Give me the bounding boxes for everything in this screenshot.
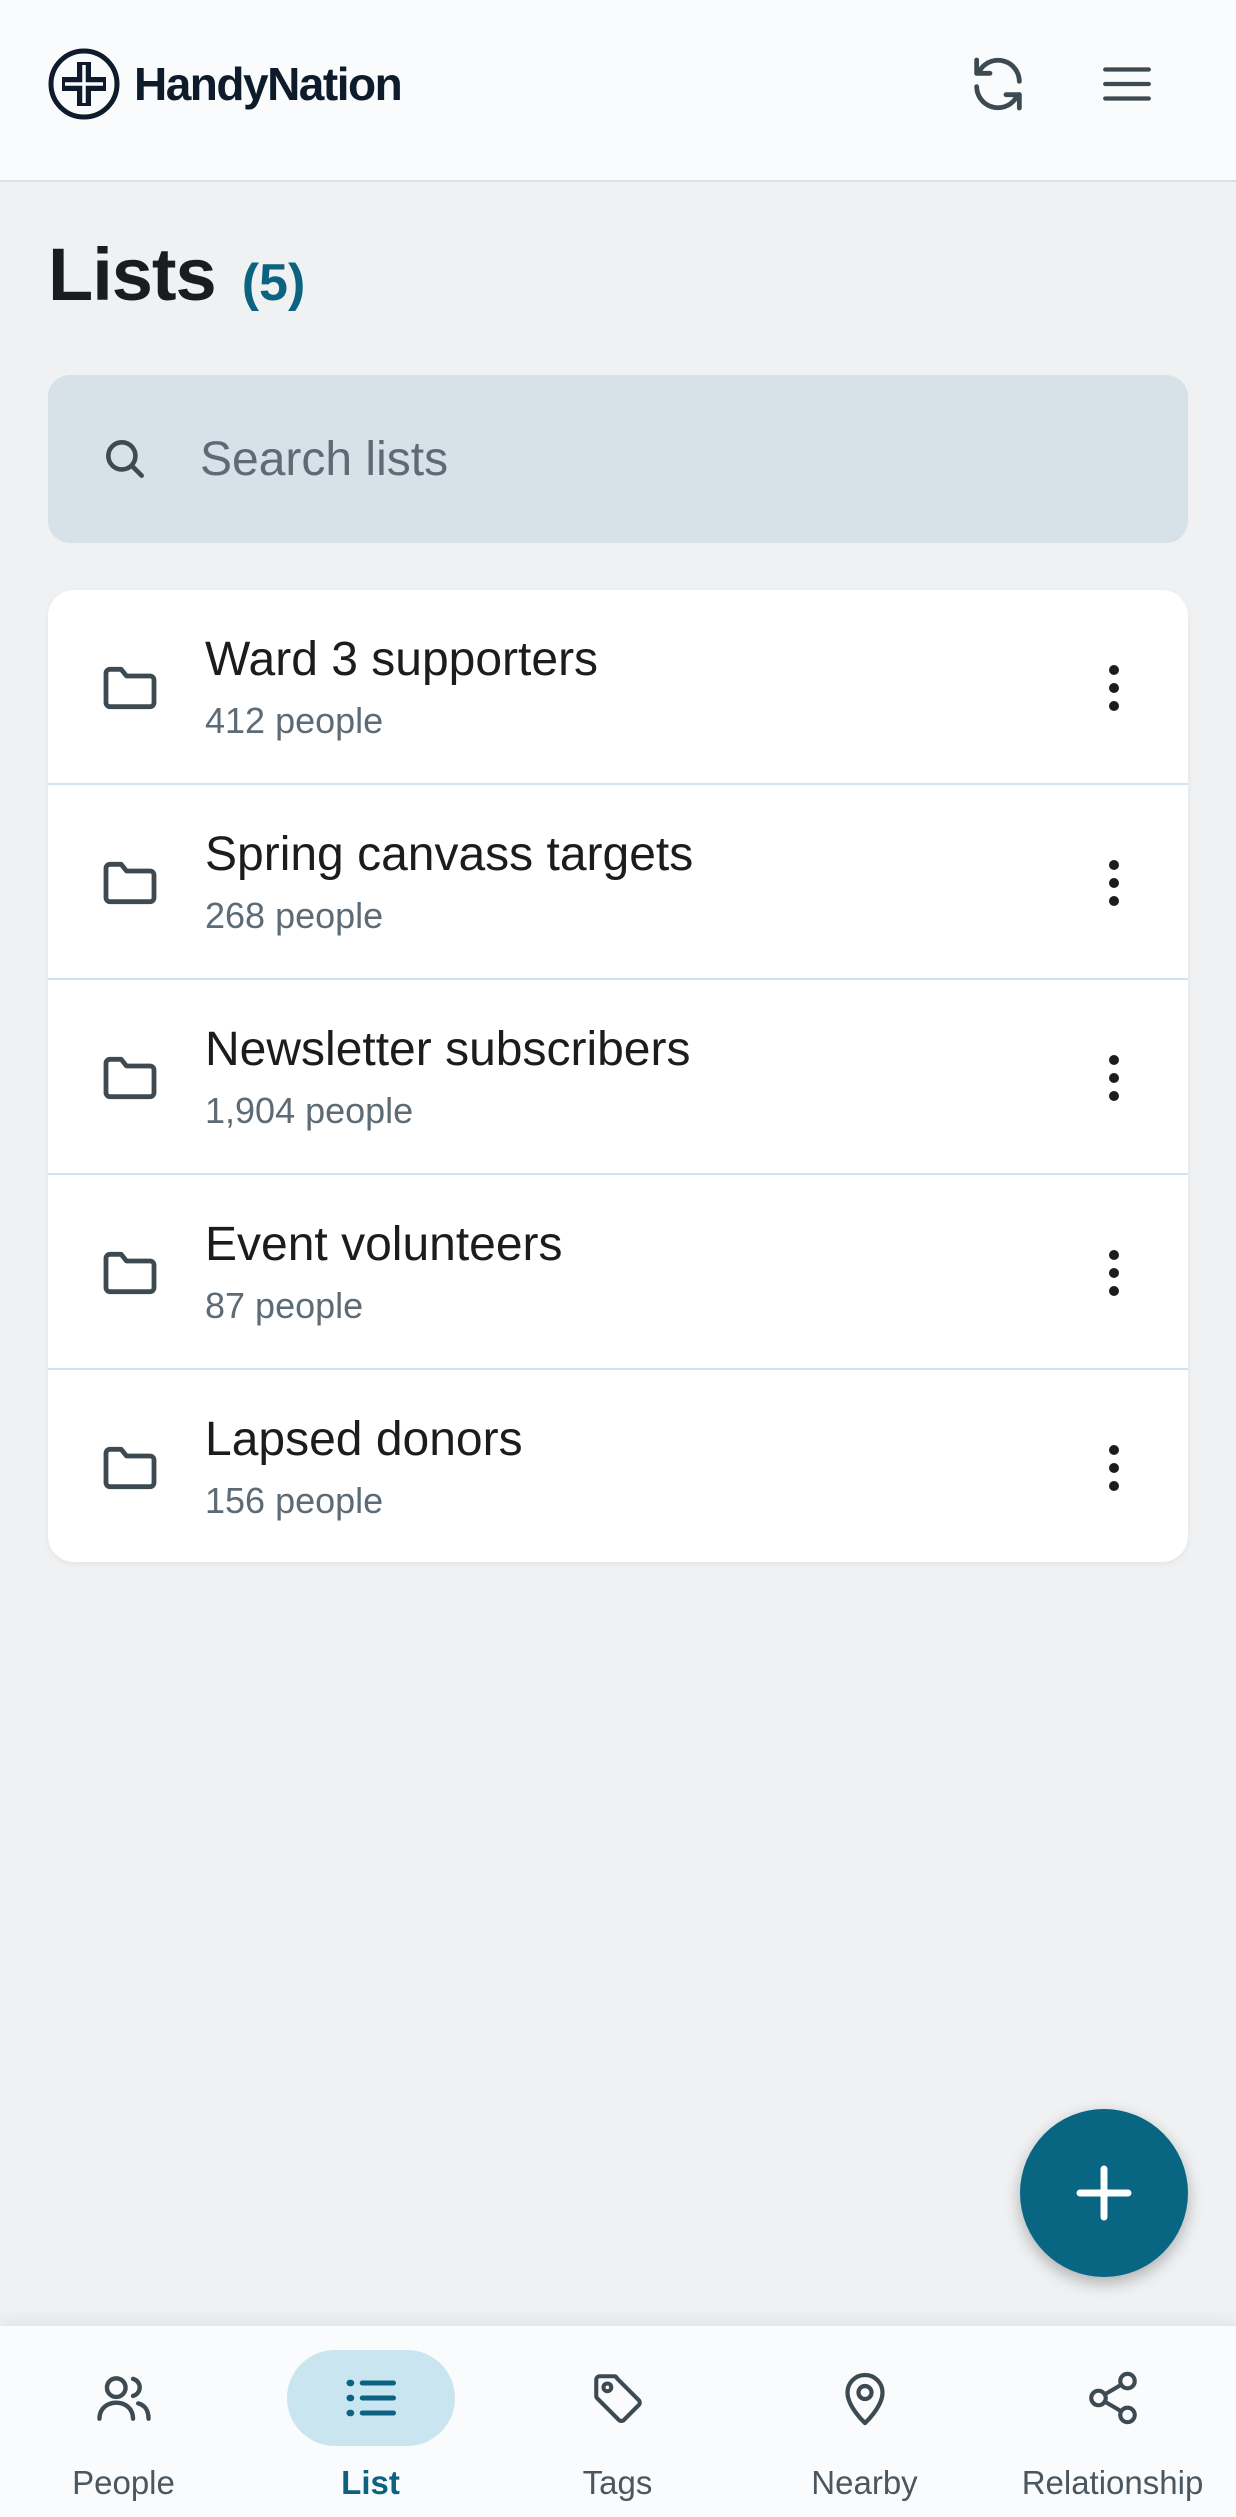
nav-pill	[1029, 2350, 1197, 2446]
people-icon	[96, 2376, 151, 2421]
list-item[interactable]: Newsletter subscribers 1,904 people	[48, 980, 1188, 1175]
brand[interactable]: HandyNation	[47, 47, 403, 121]
more-vertical-icon	[1109, 1250, 1119, 1296]
more-vertical-icon	[1109, 665, 1119, 711]
lists-card: Ward 3 supporters 412 people Spring canv…	[48, 590, 1188, 1562]
list-name: Event volunteers	[205, 1218, 563, 1271]
page-title-row: Lists (5)	[48, 232, 305, 317]
app-header: HandyNation	[0, 0, 1236, 182]
more-vertical-icon	[1109, 1055, 1119, 1101]
more-options-button[interactable]	[1090, 1233, 1138, 1313]
nav-pill	[781, 2350, 949, 2446]
nav-label: Tags	[582, 2464, 653, 2501]
tag-icon	[593, 2374, 642, 2423]
list-count: 412 people	[205, 700, 384, 741]
list-count: 156 people	[205, 1480, 384, 1521]
folder-icon	[103, 666, 157, 710]
nav-relationship[interactable]: Relationship	[989, 2326, 1236, 2517]
list-name: Ward 3 supporters	[205, 633, 599, 686]
nav-pill	[40, 2350, 208, 2446]
list-icon	[346, 2379, 396, 2417]
plus-icon	[1076, 2165, 1132, 2221]
more-options-button[interactable]	[1090, 648, 1138, 728]
list-item[interactable]: Ward 3 supporters 412 people	[48, 590, 1188, 785]
folder-icon	[103, 1251, 157, 1295]
list-name: Lapsed donors	[205, 1413, 523, 1466]
search-icon	[106, 440, 144, 478]
search-input[interactable]	[200, 375, 1188, 543]
search-bar[interactable]	[48, 375, 1188, 543]
more-options-button[interactable]	[1090, 1038, 1138, 1118]
add-list-button[interactable]	[1020, 2109, 1188, 2277]
nav-nearby[interactable]: Nearby	[741, 2326, 988, 2517]
share-nodes-icon	[1088, 2371, 1137, 2425]
folder-icon	[103, 1056, 157, 1100]
page-title: Lists	[48, 233, 217, 316]
folder-icon	[103, 1446, 157, 1490]
more-options-button[interactable]	[1090, 843, 1138, 923]
list-item[interactable]: Spring canvass targets 268 people	[48, 785, 1188, 980]
brand-name: HandyNation	[134, 58, 403, 110]
nav-pill	[286, 2350, 455, 2446]
nav-label: Nearby	[811, 2464, 918, 2501]
nav-pill	[534, 2350, 702, 2446]
more-vertical-icon	[1109, 860, 1119, 906]
bottom-navigation: People List Tags Nearby Relationship	[0, 2325, 1236, 2517]
nav-people[interactable]: People	[0, 2326, 247, 2517]
menu-button[interactable]	[1087, 47, 1167, 121]
hamburger-menu-icon	[1103, 67, 1151, 101]
more-vertical-icon	[1109, 1445, 1119, 1491]
list-name: Spring canvass targets	[205, 828, 694, 881]
more-options-button[interactable]	[1090, 1428, 1138, 1508]
nav-label: People	[72, 2464, 175, 2501]
list-name: Newsletter subscribers	[205, 1023, 691, 1076]
sync-icon	[974, 57, 1022, 111]
nav-list[interactable]: List	[247, 2326, 494, 2517]
list-item[interactable]: Event volunteers 87 people	[48, 1175, 1188, 1370]
nav-label: List	[341, 2464, 400, 2501]
handynation-logo-icon	[48, 48, 120, 120]
list-count: 268 people	[205, 895, 384, 936]
map-pin-icon	[844, 2372, 885, 2426]
folder-icon	[103, 861, 157, 905]
refresh-button[interactable]	[958, 47, 1038, 121]
nav-tags[interactable]: Tags	[494, 2326, 741, 2517]
lists-count: (5)	[241, 254, 306, 312]
list-count: 1,904 people	[205, 1090, 414, 1131]
list-item[interactable]: Lapsed donors 156 people	[48, 1370, 1188, 1562]
lists-screen: HandyNation Lists (5) Search lists Ward …	[0, 0, 1236, 2517]
nav-label: Relationship	[1021, 2464, 1204, 2501]
list-count: 87 people	[205, 1285, 364, 1326]
